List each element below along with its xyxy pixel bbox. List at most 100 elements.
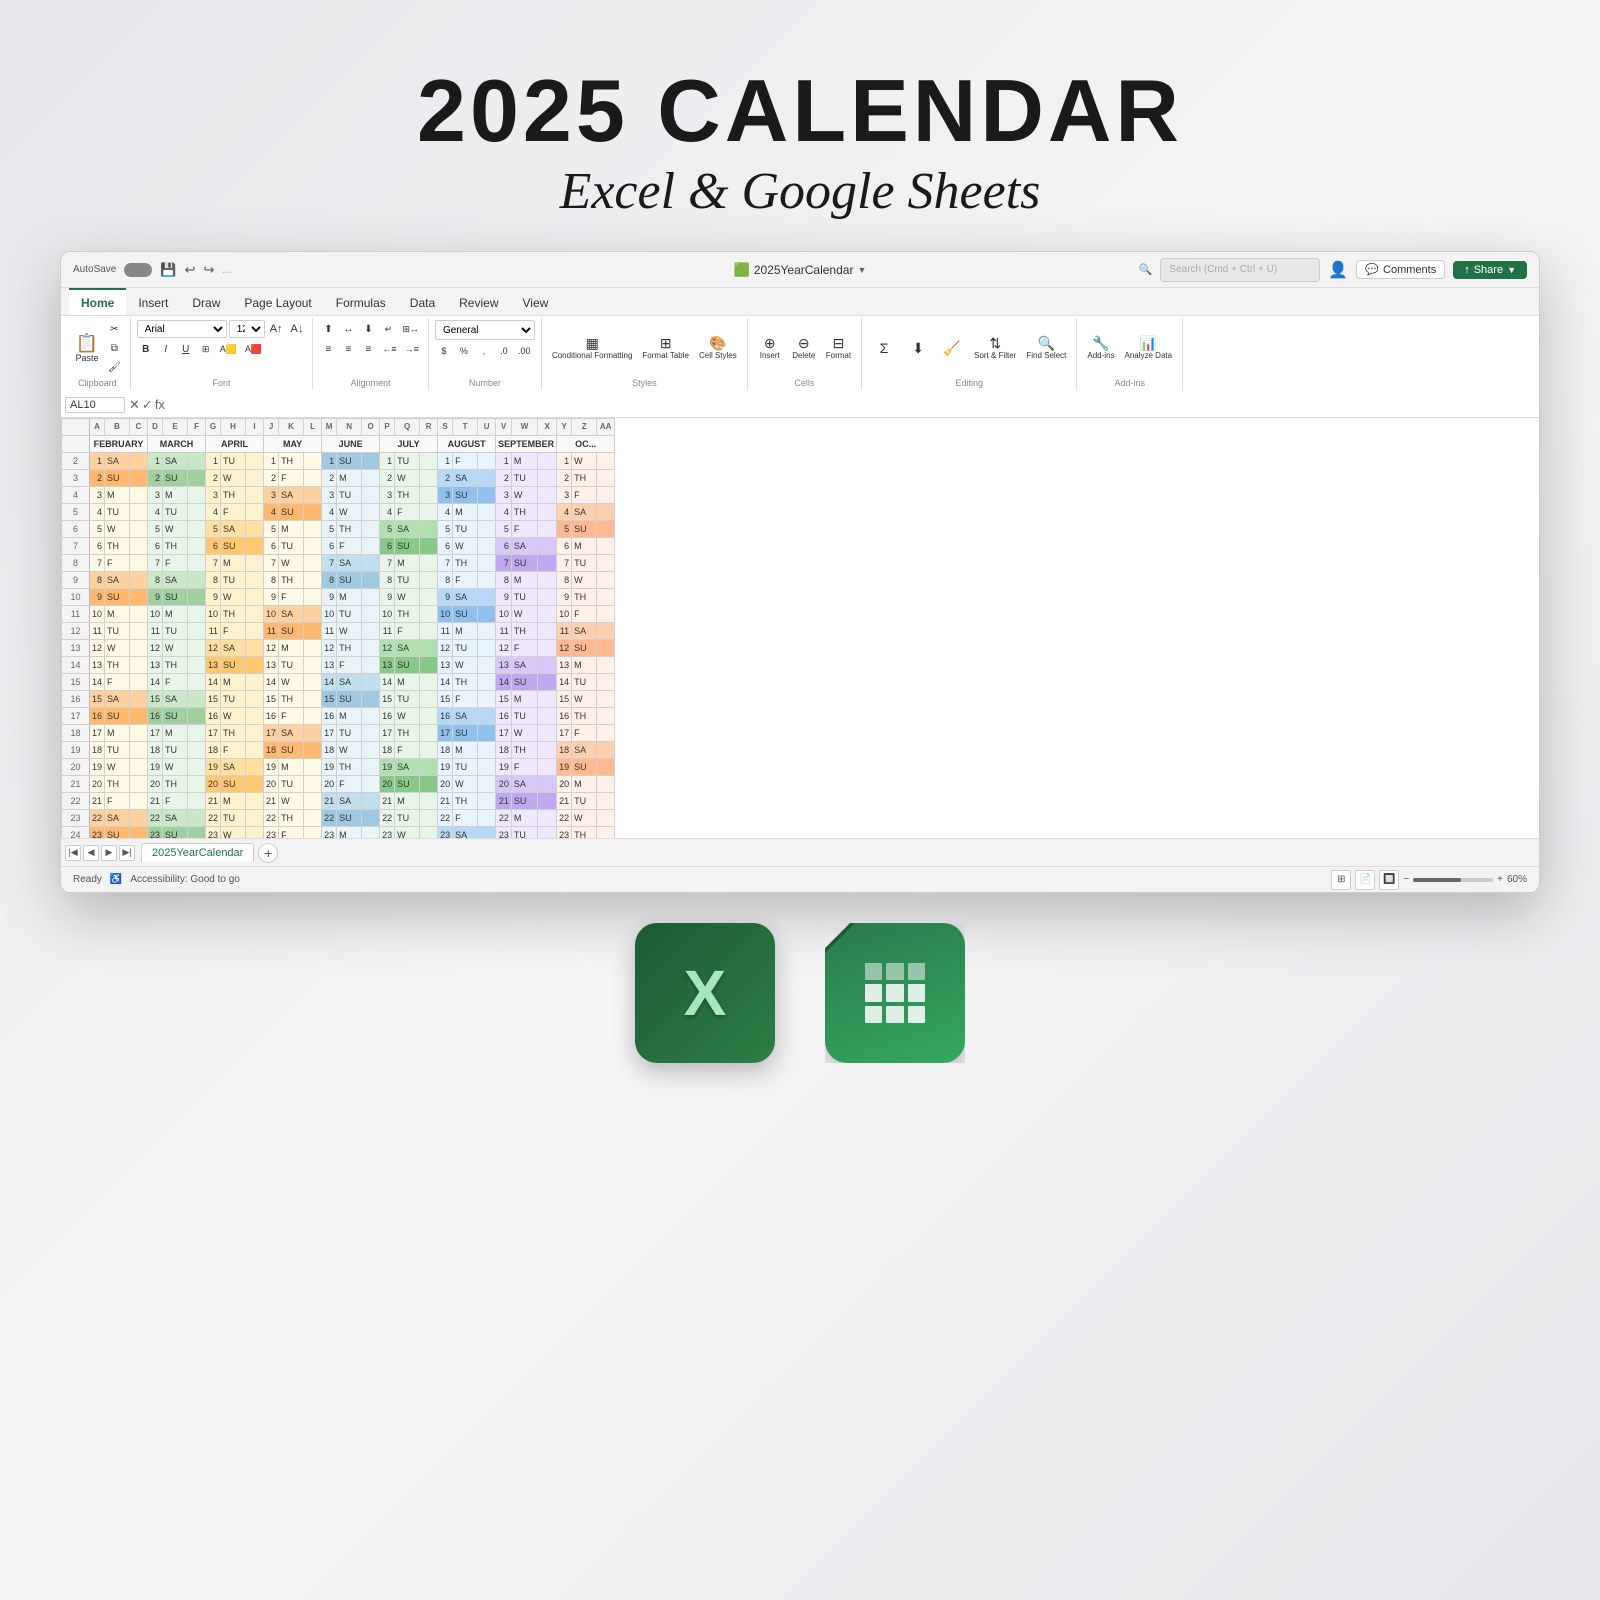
list-item[interactable]: 18 [148,742,163,759]
list-item[interactable]: W [511,606,537,623]
excel-icon[interactable]: X [635,923,775,1063]
list-item[interactable]: F [453,572,478,589]
list-item[interactable] [304,589,322,606]
list-item[interactable] [130,538,148,555]
list-item[interactable]: W [572,810,597,827]
sum-button[interactable]: Σ [868,339,900,357]
list-item[interactable]: SU [453,487,478,504]
formula-input[interactable] [169,398,1535,412]
list-item[interactable] [597,691,615,708]
list-item[interactable] [478,521,496,538]
list-item[interactable]: W [337,623,362,640]
list-item[interactable] [130,742,148,759]
list-item[interactable] [538,759,557,776]
list-item[interactable] [538,589,557,606]
list-item[interactable]: TU [511,589,537,606]
list-item[interactable]: F [572,606,597,623]
list-item[interactable]: 4 [380,504,395,521]
list-item[interactable]: W [337,742,362,759]
list-item[interactable]: 1 [380,453,395,470]
list-item[interactable]: 22 [148,810,163,827]
list-item[interactable]: 7 [264,555,279,572]
list-item[interactable]: TH [163,776,188,793]
list-item[interactable] [597,759,615,776]
tab-insert[interactable]: Insert [126,288,180,315]
list-item[interactable] [246,589,264,606]
list-item[interactable]: F [279,470,304,487]
list-item[interactable]: M [511,572,537,589]
list-item[interactable]: 7 [148,555,163,572]
list-item[interactable]: 19 [557,759,572,776]
list-item[interactable] [420,810,438,827]
list-item[interactable] [597,538,615,555]
list-item[interactable] [478,793,496,810]
list-item[interactable]: 17 [264,725,279,742]
list-item[interactable] [130,759,148,776]
conditional-formatting-button[interactable]: ▦ Conditional Formatting [548,334,636,362]
list-item[interactable]: W [221,827,246,839]
list-item[interactable]: 23 [380,827,395,839]
list-item[interactable]: SU [105,708,130,725]
list-item[interactable]: TU [337,606,362,623]
find-select-button[interactable]: 🔍 Find Select [1022,334,1070,362]
list-item[interactable]: SU [105,589,130,606]
list-item[interactable] [130,793,148,810]
list-item[interactable] [246,793,264,810]
addins-button[interactable]: 🔧 Add-ins [1083,334,1118,362]
list-item[interactable]: W [572,691,597,708]
list-item[interactable]: 1 [496,453,512,470]
list-item[interactable]: TU [105,504,130,521]
list-item[interactable] [246,572,264,589]
list-item[interactable]: W [395,470,420,487]
list-item[interactable]: 22 [264,810,279,827]
format-button[interactable]: ⊟ Format [822,334,855,362]
list-item[interactable]: TU [511,708,537,725]
list-item[interactable] [188,538,206,555]
list-item[interactable] [538,827,557,839]
list-item[interactable] [538,623,557,640]
list-item[interactable] [188,572,206,589]
list-item[interactable]: 18 [90,742,105,759]
list-item[interactable] [304,725,322,742]
list-item[interactable]: 18 [206,742,221,759]
list-item[interactable]: W [395,708,420,725]
list-item[interactable]: 9 [557,589,572,606]
list-item[interactable] [188,623,206,640]
list-item[interactable]: 15 [322,691,337,708]
filename-chevron[interactable]: ▼ [857,265,866,275]
list-item[interactable] [538,538,557,555]
list-item[interactable]: TU [105,623,130,640]
list-item[interactable]: 13 [557,657,572,674]
list-item[interactable]: W [279,674,304,691]
list-item[interactable]: SA [453,589,478,606]
list-item[interactable]: 18 [438,742,453,759]
list-item[interactable]: 22 [322,810,337,827]
list-item[interactable] [597,657,615,674]
list-item[interactable]: SA [337,674,362,691]
list-item[interactable]: 21 [148,793,163,810]
list-item[interactable] [597,504,615,521]
list-item[interactable] [538,657,557,674]
list-item[interactable] [538,776,557,793]
next-tab-button[interactable]: ▶ [101,845,117,861]
list-item[interactable]: F [337,657,362,674]
list-item[interactable]: M [395,555,420,572]
zoom-level[interactable]: 60% [1507,874,1527,885]
list-item[interactable]: SU [395,657,420,674]
paste-button[interactable]: 📋 Paste [71,332,103,365]
list-item[interactable] [246,538,264,555]
list-item[interactable]: W [395,827,420,839]
list-item[interactable]: SU [221,538,246,555]
list-item[interactable] [130,470,148,487]
list-item[interactable]: TU [279,538,304,555]
list-item[interactable] [597,470,615,487]
font-family-select[interactable]: Arial [137,320,227,338]
list-item[interactable]: W [105,759,130,776]
list-item[interactable]: 18 [322,742,337,759]
list-item[interactable]: 20 [264,776,279,793]
list-item[interactable]: TH [453,555,478,572]
list-item[interactable]: 21 [90,793,105,810]
list-item[interactable] [420,572,438,589]
list-item[interactable]: W [163,521,188,538]
list-item[interactable] [538,470,557,487]
